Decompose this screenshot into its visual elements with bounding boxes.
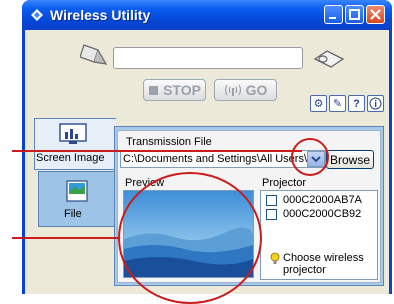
stop-icon	[149, 85, 159, 95]
projector-name: 000C2000CB92	[283, 208, 362, 220]
maximize-button[interactable]	[345, 5, 364, 24]
image-file-icon	[66, 180, 88, 202]
monitor-chart-icon	[59, 123, 87, 144]
connection-target-field[interactable]	[113, 47, 303, 69]
maximize-icon	[349, 9, 360, 20]
help-button[interactable]: ?	[348, 95, 365, 112]
pencil-icon: ✎	[332, 98, 343, 110]
settings-icon: ⚙	[313, 98, 324, 110]
lightbulb-icon	[270, 252, 280, 264]
browse-button[interactable]: Browse	[326, 150, 374, 169]
hint-line-2: projector	[283, 264, 326, 276]
list-item[interactable]: 000C2000CB92	[266, 208, 361, 220]
settings-button[interactable]: ⚙	[310, 95, 327, 112]
tab-file-label: File	[64, 208, 82, 220]
info-button[interactable]	[367, 95, 384, 112]
go-button[interactable]: GO	[214, 79, 277, 101]
projector-icon	[313, 50, 345, 68]
choose-projector-hint: Choose wireless projector	[283, 252, 364, 276]
tab-screen-image-label: Screen Image	[36, 152, 105, 164]
hint-line-1: Choose wireless	[283, 252, 364, 264]
annotation-circle-2	[118, 172, 262, 304]
app-icon	[31, 9, 43, 21]
help-icon: ?	[353, 97, 360, 110]
projector-name: 000C2000AB7A	[283, 194, 362, 206]
window-title: Wireless Utility	[50, 7, 151, 23]
projector-label: Projector	[262, 177, 307, 189]
wireless-signal-icon	[224, 84, 241, 96]
minimize-icon	[329, 17, 336, 19]
annotation-circle-1	[291, 138, 329, 176]
tab-screen-image[interactable]: Screen Image	[34, 118, 116, 170]
computer-icon	[80, 44, 108, 65]
transmission-file-label: Transmission File	[126, 136, 212, 148]
go-label: GO	[245, 82, 268, 98]
edit-button[interactable]: ✎	[329, 95, 346, 112]
close-button[interactable]	[366, 5, 385, 24]
minimize-button[interactable]	[324, 5, 343, 24]
annotation-line-2	[12, 237, 118, 239]
stop-label: STOP	[163, 82, 201, 98]
projector-checkbox[interactable]	[266, 208, 277, 220]
annotation-line-1	[12, 150, 302, 152]
close-icon	[370, 9, 381, 20]
info-icon	[369, 97, 382, 110]
tab-file[interactable]: File	[38, 171, 116, 227]
stop-button[interactable]: STOP	[143, 79, 206, 101]
list-item[interactable]: 000C2000AB7A	[266, 194, 362, 206]
projector-checkbox[interactable]	[266, 194, 277, 206]
